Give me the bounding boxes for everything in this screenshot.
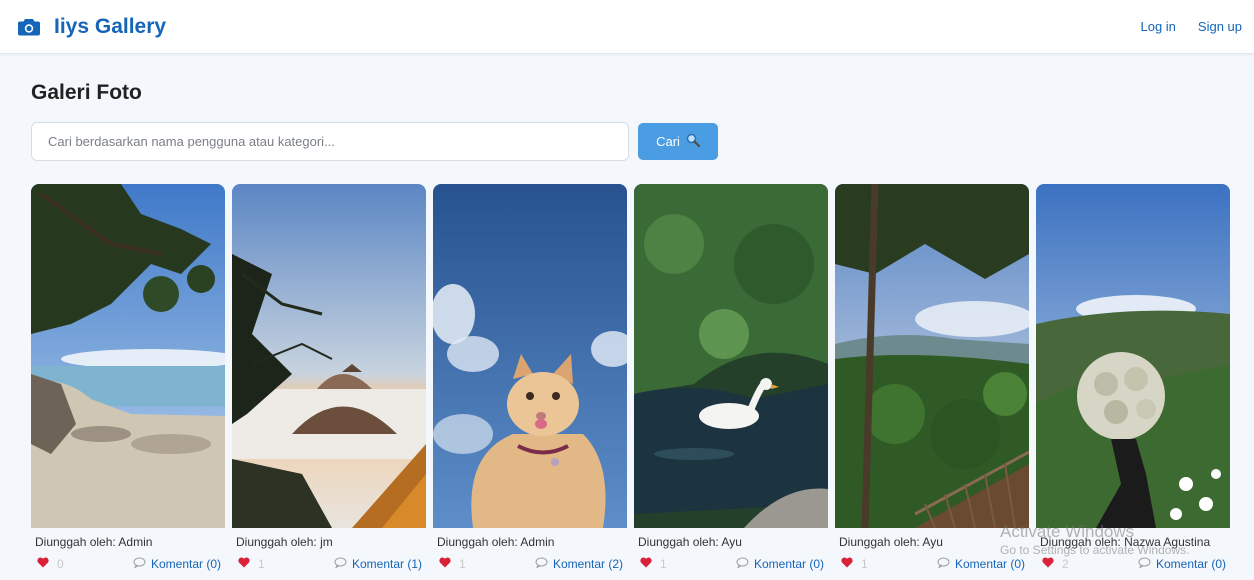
- comment-count-label: Komentar (2): [552, 557, 623, 571]
- comment-link[interactable]: Komentar (1): [334, 557, 422, 571]
- comment-link[interactable]: Komentar (2): [535, 557, 623, 571]
- uploader-label: Diunggah oleh: Nazwa Agustina: [1040, 535, 1211, 549]
- comment-link[interactable]: Komentar (0): [937, 557, 1025, 571]
- photo-card: Diunggah oleh: Admin 1 Komentar (2): [433, 184, 627, 571]
- main-content: Galeri Foto Cari berdasarkan nama penggu…: [0, 81, 1254, 571]
- photo-forest-valley[interactable]: [835, 184, 1029, 528]
- photo-card: Diunggah oleh: Admin 0 Komentar (0): [31, 184, 225, 571]
- comment-bubble-icon: [133, 557, 146, 571]
- heart-icon: [37, 557, 49, 571]
- card-footer: 1 Komentar (0): [634, 557, 828, 571]
- like-count: 1: [660, 557, 667, 571]
- comment-count-label: Komentar (0): [150, 557, 221, 571]
- comment-bubble-icon: [535, 557, 548, 571]
- comment-bubble-icon: [736, 557, 749, 571]
- nav-links: Log in Sign up: [1140, 19, 1242, 34]
- like-button[interactable]: 0: [37, 557, 64, 571]
- comment-bubble-icon: [937, 557, 950, 571]
- photo-card: Diunggah oleh: Ayu 1 Komentar (0): [634, 184, 828, 571]
- card-footer: 1 Komentar (1): [232, 557, 426, 571]
- like-button[interactable]: 1: [841, 557, 868, 571]
- search-input[interactable]: [31, 122, 629, 161]
- uploader-label: Diunggah oleh: Ayu: [638, 535, 742, 549]
- like-count: 1: [459, 557, 466, 571]
- like-button[interactable]: 1: [640, 557, 667, 571]
- like-count: 2: [1062, 557, 1069, 571]
- heart-icon: [640, 557, 652, 571]
- search-form: Cari: [31, 122, 1228, 161]
- card-footer: 2 Komentar (0): [1036, 557, 1230, 571]
- search-button[interactable]: Cari: [638, 123, 718, 160]
- comment-bubble-icon: [1138, 557, 1151, 571]
- uploader-label: Diunggah oleh: Admin: [35, 535, 153, 549]
- magnifier-icon: [686, 133, 701, 150]
- uploader-label: Diunggah oleh: jm: [236, 535, 333, 549]
- brand-title: Iiys Gallery: [54, 14, 167, 38]
- photo-volcano-sunrise[interactable]: [232, 184, 426, 528]
- photo-beach-tree[interactable]: [31, 184, 225, 528]
- login-link[interactable]: Log in: [1140, 19, 1175, 34]
- brand[interactable]: Iiys Gallery: [18, 15, 166, 39]
- comment-bubble-icon: [334, 557, 347, 571]
- photo-edelweiss-hand[interactable]: [1036, 184, 1230, 528]
- comment-count-label: Komentar (0): [954, 557, 1025, 571]
- page-title: Galeri Foto: [31, 81, 142, 104]
- uploader-label: Diunggah oleh: Ayu: [839, 535, 943, 549]
- photo-card: Diunggah oleh: jm 1 Komentar (1): [232, 184, 426, 571]
- navbar: Iiys Gallery Log in Sign up: [0, 0, 1254, 54]
- signup-link[interactable]: Sign up: [1198, 19, 1242, 34]
- heart-icon: [1042, 557, 1054, 571]
- card-footer: 1 Komentar (0): [835, 557, 1029, 571]
- comment-link[interactable]: Komentar (0): [736, 557, 824, 571]
- search-button-label: Cari: [656, 134, 680, 149]
- camera-icon: [18, 18, 40, 36]
- like-count: 1: [861, 557, 868, 571]
- photo-gallery: Diunggah oleh: Admin 0 Komentar (0) Diun…: [31, 184, 1230, 571]
- comment-count-label: Komentar (0): [753, 557, 824, 571]
- heart-icon: [238, 557, 250, 571]
- like-count: 0: [57, 557, 64, 571]
- like-count: 1: [258, 557, 265, 571]
- comment-count-label: Komentar (1): [351, 557, 422, 571]
- photo-card: Diunggah oleh: Ayu 1 Komentar (0): [835, 184, 1029, 571]
- photo-duck-pond[interactable]: [634, 184, 828, 528]
- card-footer: 1 Komentar (2): [433, 557, 627, 571]
- card-footer: 0 Komentar (0): [31, 557, 225, 571]
- photo-card: Diunggah oleh: Nazwa Agustina 2 Komentar…: [1036, 184, 1230, 571]
- comment-count-label: Komentar (0): [1155, 557, 1226, 571]
- comment-link[interactable]: Komentar (0): [133, 557, 221, 571]
- comment-link[interactable]: Komentar (0): [1138, 557, 1226, 571]
- like-button[interactable]: 2: [1042, 557, 1069, 571]
- heart-icon: [841, 557, 853, 571]
- photo-kitten-sky[interactable]: [433, 184, 627, 528]
- uploader-label: Diunggah oleh: Admin: [437, 535, 555, 549]
- like-button[interactable]: 1: [238, 557, 265, 571]
- heart-icon: [439, 557, 451, 571]
- like-button[interactable]: 1: [439, 557, 466, 571]
